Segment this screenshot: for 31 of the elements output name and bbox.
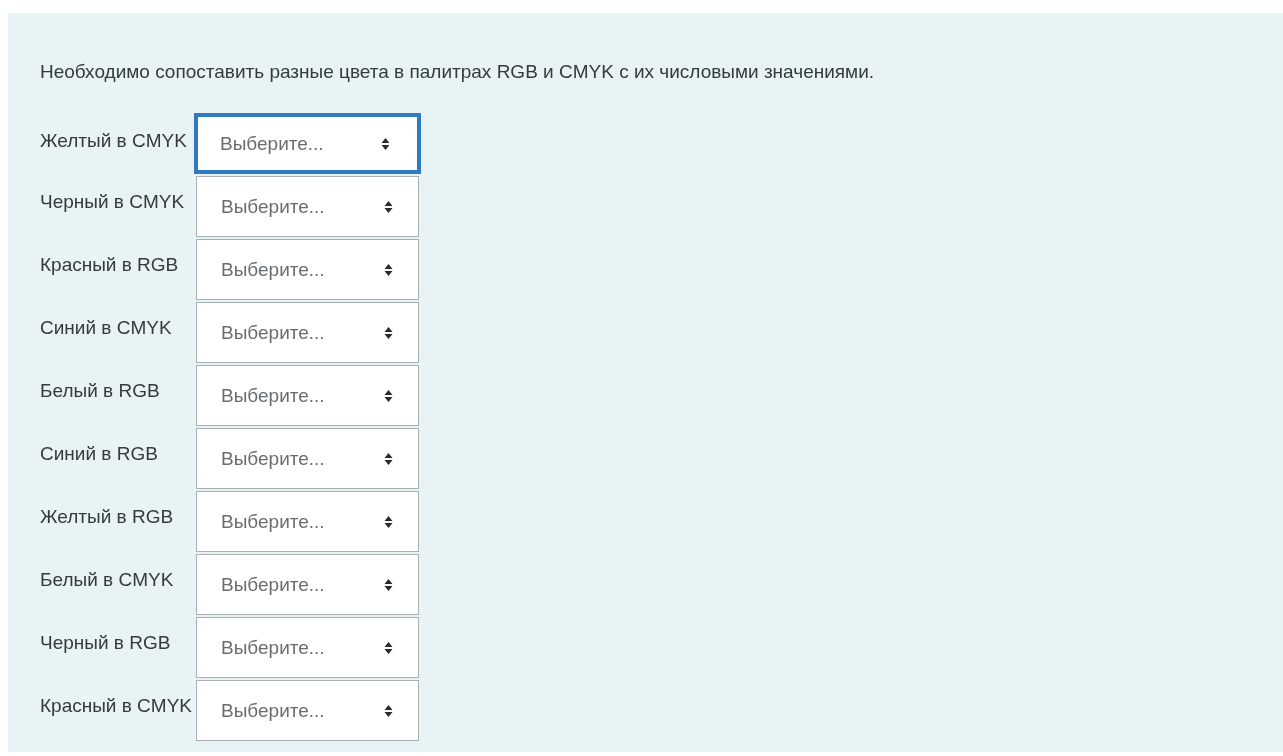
row-label: Черный в RGB [40, 631, 172, 655]
row-label: Желтый в CMYK [40, 129, 188, 153]
sort-caret-icon [384, 199, 393, 214]
answer-select[interactable]: Выберите... [196, 617, 419, 678]
answer-select[interactable]: Выберите... [194, 113, 421, 174]
sort-caret-icon [384, 325, 393, 340]
sort-caret-icon [384, 703, 393, 718]
answer-select[interactable]: Выберите... [196, 176, 419, 237]
row-label: Черный в CMYK [40, 190, 186, 214]
answer-select[interactable]: Выберите... [196, 428, 419, 489]
answer-select[interactable]: Выберите... [196, 302, 419, 363]
sort-caret-icon [381, 136, 390, 151]
sort-caret-icon [384, 514, 393, 529]
row-label: Красный в CMYK [40, 694, 192, 718]
answer-select[interactable]: Выберите... [196, 554, 419, 615]
sort-caret-icon [384, 262, 393, 277]
row-label: Красный в RGB [40, 253, 180, 277]
question-prompt: Необходимо сопоставить разные цвета в палитрах RGB и CMYK с их числовыми значениями. [40, 60, 876, 84]
row-label: Желтый в RGB [40, 505, 175, 529]
answer-select[interactable]: Выберите... [196, 239, 419, 300]
sort-caret-icon [384, 640, 393, 655]
row-label: Белый в CMYK [40, 568, 175, 592]
sort-caret-icon [384, 577, 393, 592]
answer-select[interactable]: Выберите... [196, 365, 419, 426]
row-label: Белый в RGB [40, 379, 161, 403]
sort-caret-icon [384, 388, 393, 403]
answer-select[interactable]: Выберите... [196, 680, 419, 741]
sort-caret-icon [384, 451, 393, 466]
answer-select[interactable]: Выберите... [196, 491, 419, 552]
row-label: Синий в RGB [40, 442, 159, 466]
row-label: Синий в CMYK [40, 316, 173, 340]
